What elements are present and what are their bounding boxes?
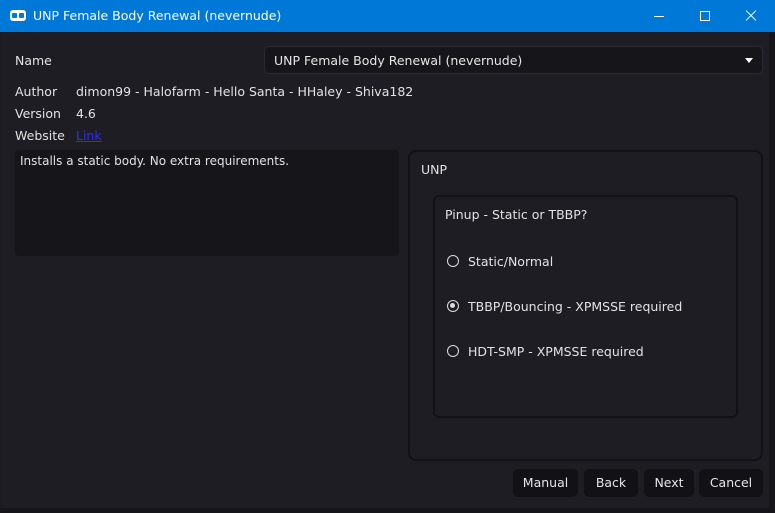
option-question: Pinup - Static or TBBP? xyxy=(445,207,588,222)
author-label: Author xyxy=(15,84,58,99)
title-bar[interactable]: UNP Female Body Renewal (nevernude) xyxy=(0,0,775,32)
next-button[interactable]: Next xyxy=(644,469,694,497)
close-icon[interactable] xyxy=(728,0,774,32)
radio-label[interactable]: HDT-SMP - XPMSSE required xyxy=(468,344,644,359)
description-box: Installs a static body. No extra require… xyxy=(15,150,399,256)
unp-group: UNP Pinup - Static or TBBP? Static/Norma… xyxy=(408,150,763,461)
website-link[interactable]: Link xyxy=(76,128,102,143)
chevron-down-icon xyxy=(745,58,753,63)
group-title: UNP xyxy=(421,162,448,177)
author-value: dimon99 - Halofarm - Hello Santa - HHale… xyxy=(76,84,414,99)
website-label: Website xyxy=(15,128,65,143)
name-select-value: UNP Female Body Renewal (nevernude) xyxy=(274,53,523,68)
radio-label[interactable]: TBBP/Bouncing - XPMSSE required xyxy=(468,299,682,314)
window-edge xyxy=(0,508,775,513)
radio-label[interactable]: Static/Normal xyxy=(468,254,553,269)
window-edge xyxy=(769,32,775,513)
manual-button[interactable]: Manual xyxy=(513,469,578,497)
minimize-icon[interactable] xyxy=(636,0,682,32)
maximize-icon[interactable] xyxy=(682,0,728,32)
radio-button-selected[interactable] xyxy=(447,300,459,312)
window-title: UNP Female Body Renewal (nevernude) xyxy=(33,8,282,23)
version-value: 4.6 xyxy=(76,106,96,121)
dialog-body: Name UNP Female Body Renewal (nevernude)… xyxy=(2,32,769,508)
cancel-button[interactable]: Cancel xyxy=(699,469,763,497)
app-icon xyxy=(10,10,26,21)
version-label: Version xyxy=(15,106,61,121)
name-label: Name xyxy=(15,53,52,68)
radio-button[interactable] xyxy=(447,345,459,357)
name-select[interactable]: UNP Female Body Renewal (nevernude) xyxy=(264,46,763,74)
radio-button[interactable] xyxy=(447,255,459,267)
option-group: Pinup - Static or TBBP? Static/Normal TB… xyxy=(433,195,738,418)
back-button[interactable]: Back xyxy=(584,469,638,497)
